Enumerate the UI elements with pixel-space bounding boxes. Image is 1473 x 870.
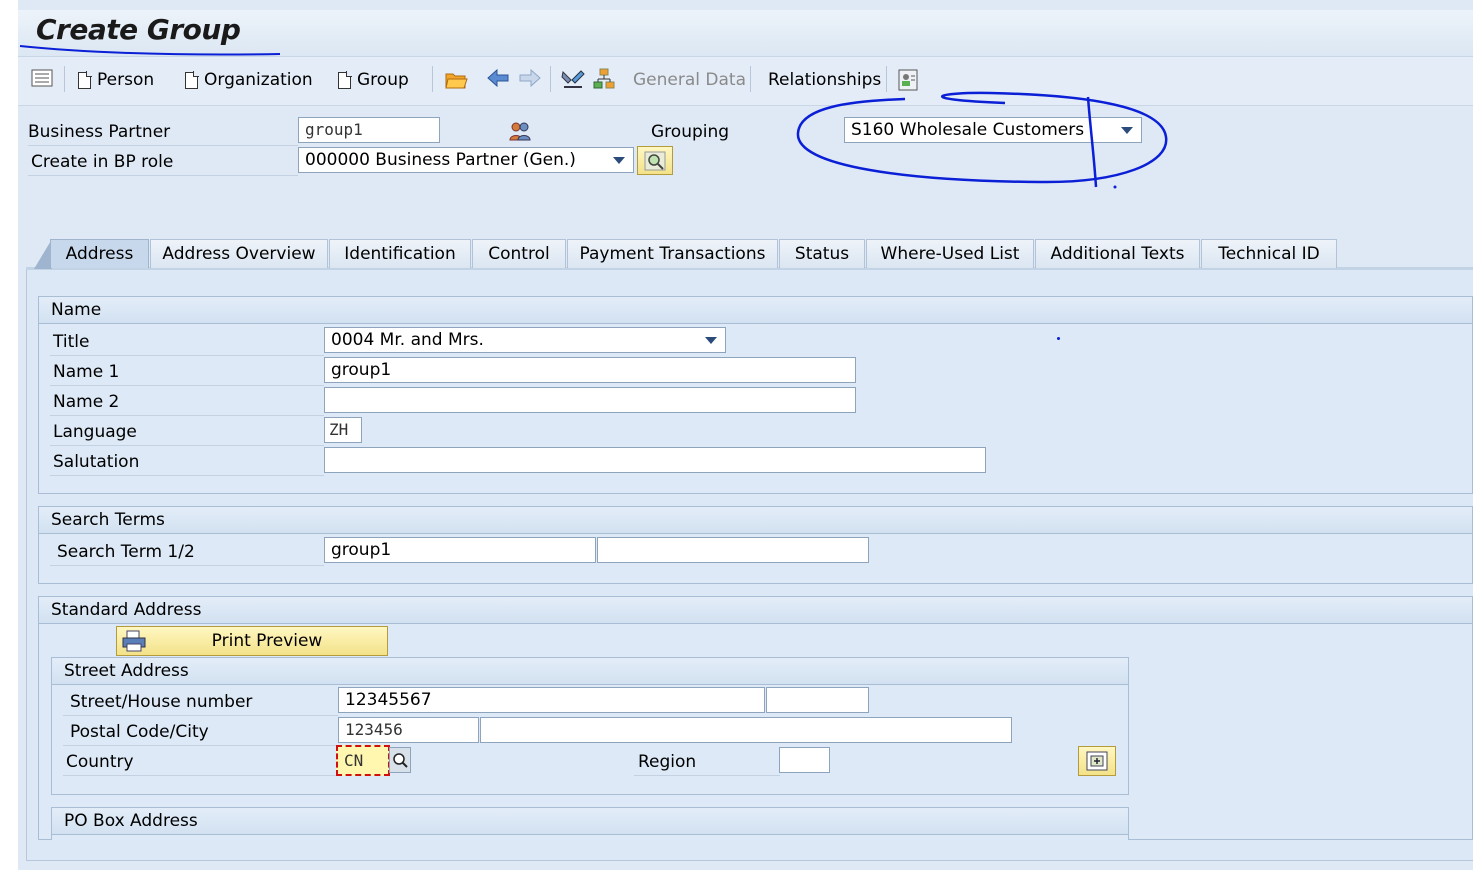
tab-where-used-list[interactable]: Where-Used List (866, 239, 1034, 268)
window-left-edge (0, 0, 18, 870)
title-value: 0004 Mr. and Mrs. (331, 330, 484, 350)
name2-field[interactable] (324, 387, 856, 413)
name2-label: Name 2 (53, 392, 120, 412)
tab-address[interactable]: Address (50, 239, 149, 268)
standard-address-title: Standard Address (39, 597, 1472, 624)
label-underline (50, 385, 324, 386)
document-icon (78, 71, 92, 89)
salutation-label: Salutation (53, 452, 140, 472)
postal-code-field[interactable]: 123456 (338, 717, 479, 743)
tab-status[interactable]: Status (779, 239, 865, 268)
tools-icon[interactable] (560, 68, 585, 92)
people-icon[interactable] (508, 120, 532, 142)
label-underline (28, 175, 298, 176)
bp-role-label: Create in BP role (31, 152, 174, 172)
organization-button[interactable]: Organization (185, 68, 313, 92)
city-field[interactable] (480, 717, 1012, 743)
organization-label: Organization (204, 70, 313, 90)
name1-label: Name 1 (53, 362, 120, 382)
expand-address-button[interactable] (1078, 746, 1116, 776)
expand-icon (1086, 751, 1108, 771)
document-icon (338, 71, 352, 89)
layout-icon[interactable] (30, 68, 54, 92)
document-icon (185, 71, 199, 89)
label-underline (50, 445, 324, 446)
back-arrow-icon[interactable] (486, 68, 510, 92)
label-underline (63, 715, 338, 716)
region-field[interactable] (779, 747, 830, 773)
label-underline (50, 355, 324, 356)
language-field[interactable]: ZH (324, 417, 362, 443)
postal-city-label: Postal Code/City (70, 722, 209, 742)
bp-role-dropdown[interactable]: 000000 Business Partner (Gen.) (298, 147, 634, 173)
street-field[interactable]: 12345567 (338, 687, 765, 713)
print-preview-label: Print Preview (211, 631, 323, 651)
group-label: Group (357, 70, 409, 90)
title-dropdown[interactable]: 0004 Mr. and Mrs. (324, 327, 726, 353)
country-label: Country (66, 752, 134, 772)
business-partner-field[interactable]: group1 (298, 117, 440, 143)
label-underline (28, 145, 298, 146)
toolbar-separator (750, 66, 751, 92)
grouping-circle-annotation (796, 91, 1168, 189)
tab-technical-id[interactable]: Technical ID (1201, 239, 1337, 268)
business-partner-label: Business Partner (28, 122, 171, 142)
house-number-field[interactable] (766, 687, 869, 713)
search-terms-title: Search Terms (39, 507, 1472, 534)
grouping-label: Grouping (651, 122, 730, 142)
label-underline (50, 565, 324, 566)
name-group-title: Name (39, 297, 1472, 324)
region-label: Region (638, 752, 697, 772)
search-help-button[interactable] (637, 146, 673, 175)
tab-control[interactable]: Control (472, 239, 566, 268)
magnifier-icon (644, 151, 666, 170)
tab-payment-transactions[interactable]: Payment Transactions (567, 239, 778, 268)
person-button[interactable]: Person (78, 68, 154, 92)
name1-field[interactable]: group1 (324, 357, 856, 383)
label-underline (634, 775, 780, 776)
printer-icon (122, 630, 146, 652)
label-underline (63, 745, 338, 746)
bp-role-value: 000000 Business Partner (Gen.) (305, 150, 576, 170)
search-term-label: Search Term 1/2 (57, 542, 195, 562)
po-box-title: PO Box Address (52, 808, 1128, 835)
chevron-down-icon (613, 157, 625, 164)
tab-identification[interactable]: Identification (329, 239, 471, 268)
toolbar-separator (550, 66, 551, 92)
salutation-field[interactable] (324, 447, 986, 473)
language-label: Language (53, 422, 137, 442)
search-term2-field[interactable] (597, 537, 869, 563)
hierarchy-icon[interactable] (592, 68, 616, 92)
country-field[interactable]: CN (336, 745, 390, 776)
group-button[interactable]: Group (338, 68, 409, 92)
toolbar-separator (432, 66, 433, 92)
tab-address-overview[interactable]: Address Overview (150, 239, 328, 268)
country-search-icon[interactable] (389, 747, 411, 773)
toolbar-separator (64, 66, 65, 92)
search-term1-field[interactable]: group1 (324, 537, 596, 563)
label-underline (50, 415, 324, 416)
tab-additional-texts[interactable]: Additional Texts (1035, 239, 1200, 268)
street-address-title: Street Address (52, 658, 1128, 685)
chevron-down-icon (705, 337, 717, 344)
po-box-group: PO Box Address (51, 807, 1129, 840)
annotation-dot (1057, 337, 1060, 340)
general-data-button[interactable]: General Data (633, 68, 746, 92)
print-preview-button[interactable]: Print Preview (116, 626, 388, 656)
forward-arrow-icon[interactable] (518, 68, 542, 92)
label-underline (63, 775, 338, 776)
person-label: Person (97, 70, 155, 90)
open-folder-icon[interactable] (444, 68, 468, 92)
street-label: Street/House number (70, 692, 253, 712)
title-label: Title (53, 332, 90, 352)
label-underline (50, 475, 324, 476)
